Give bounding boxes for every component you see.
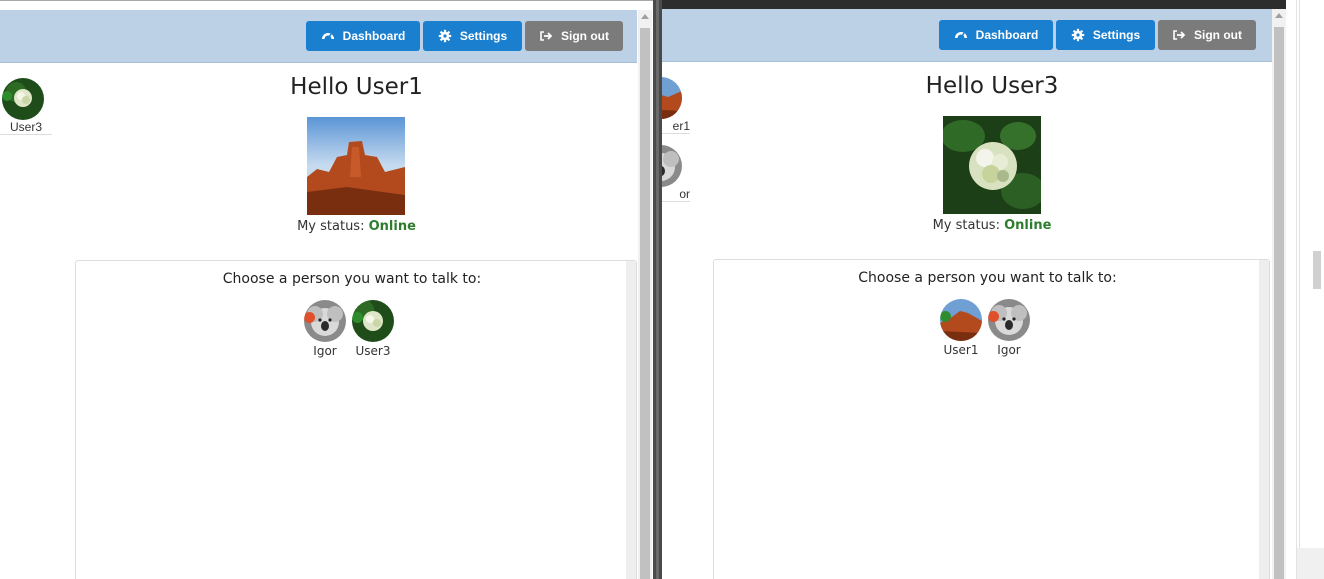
greeting-heading: Hello User3: [925, 73, 1059, 99]
outer-scrollbar[interactable]: [1296, 0, 1324, 579]
dashboard-label: Dashboard: [342, 29, 406, 43]
panel-title: Choose a person you want to talk to:: [222, 271, 482, 287]
avatar: [352, 300, 394, 342]
scroll-thumb[interactable]: [640, 28, 650, 579]
navbar: Dashboard Settings Sign out: [662, 9, 1282, 62]
online-status-dot: [940, 311, 951, 322]
contact-name: Igor: [313, 344, 337, 358]
settings-button[interactable]: Settings: [1056, 20, 1155, 50]
dashboard-icon: [321, 33, 334, 40]
contact-name: User3: [355, 344, 391, 358]
panel-scrollbar[interactable]: [626, 261, 636, 579]
avatar: [988, 299, 1030, 341]
scroll-corner: [1297, 548, 1324, 579]
sign-out-label: Sign out: [561, 29, 609, 43]
scroll-up-icon[interactable]: [641, 14, 649, 19]
avatar: [662, 145, 682, 187]
avatar: [304, 300, 346, 342]
sign-out-icon: [540, 31, 553, 41]
panel-title: Choose a person you want to talk to:: [858, 270, 1117, 286]
status-label: My status:: [297, 219, 365, 234]
sidebar-user-name: er1: [672, 119, 690, 133]
online-status-dot: [2, 91, 12, 101]
left-browser-window: Dashboard Settings Sign out User3 Hello …: [0, 0, 653, 579]
contact-user3[interactable]: User3: [351, 300, 395, 358]
window-divider-edge: [656, 0, 659, 579]
scroll-thumb[interactable]: [1313, 251, 1321, 289]
sidebar-user-name: or: [679, 187, 690, 201]
settings-label: Settings: [1092, 28, 1141, 42]
status-value: Online: [1004, 218, 1052, 233]
window-scrollbar[interactable]: [1272, 9, 1286, 579]
dashboard-label: Dashboard: [975, 28, 1039, 42]
profile-picture: [307, 117, 405, 215]
sidebar-user[interactable]: er1: [662, 77, 690, 134]
contact-user1[interactable]: User1: [939, 299, 983, 357]
contact-name: User1: [943, 343, 979, 357]
settings-label: Settings: [459, 29, 508, 43]
dashboard-button[interactable]: Dashboard: [939, 20, 1053, 50]
contact-igor[interactable]: Igor: [987, 299, 1031, 357]
contact-name: Igor: [997, 343, 1021, 357]
sign-out-label: Sign out: [1194, 28, 1242, 42]
sidebar-user-name: User3: [9, 120, 42, 134]
dashboard-icon: [954, 32, 967, 39]
sign-out-icon: [1173, 30, 1186, 40]
gear-icon: [438, 29, 452, 43]
avatar: [940, 299, 982, 341]
online-status-dot: [352, 312, 363, 323]
panel-scrollbar[interactable]: [1259, 260, 1269, 579]
away-status-dot: [304, 312, 315, 323]
sign-out-button[interactable]: Sign out: [525, 21, 623, 51]
window-titlebar-strip: [662, 0, 1286, 9]
status-value: Online: [368, 219, 416, 234]
sidebar-user[interactable]: or: [662, 145, 690, 202]
avatar: [662, 77, 682, 119]
navbar: Dashboard Settings Sign out: [0, 10, 637, 63]
contacts-panel: Choose a person you want to talk to: Igo…: [75, 260, 637, 579]
my-status: My status: Online: [692, 218, 1286, 233]
window-scrollbar[interactable]: [638, 10, 652, 579]
contacts-panel: Choose a person you want to talk to: Use…: [713, 259, 1270, 579]
sign-out-button[interactable]: Sign out: [1158, 20, 1256, 50]
my-status: My status: Online: [38, 219, 653, 234]
status-label: My status:: [932, 218, 1000, 233]
dashboard-button[interactable]: Dashboard: [306, 21, 420, 51]
away-status-dot: [988, 311, 999, 322]
scroll-thumb[interactable]: [1274, 27, 1284, 579]
scroll-up-icon[interactable]: [1275, 13, 1283, 18]
settings-button[interactable]: Settings: [423, 21, 522, 51]
right-browser-window: Dashboard Settings Sign out er1 or Hello…: [662, 0, 1286, 579]
scroll-track: [1299, 0, 1300, 550]
gear-icon: [1071, 28, 1085, 42]
profile-picture: [941, 116, 1045, 214]
greeting-heading: Hello User1: [290, 74, 423, 100]
contact-igor[interactable]: Igor: [303, 300, 347, 358]
